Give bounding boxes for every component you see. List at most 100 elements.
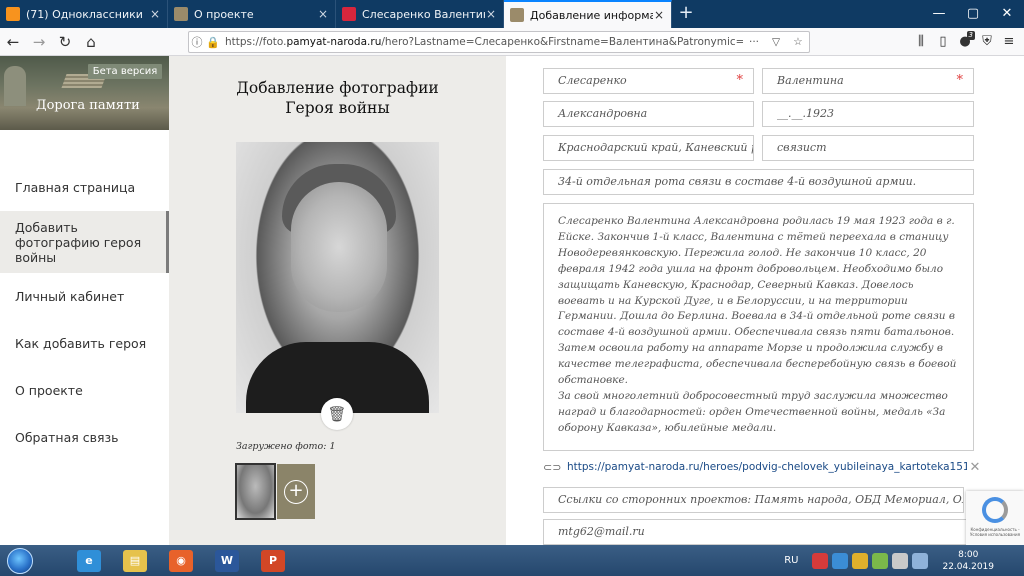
link-chain-icon: ⊂⊃: [543, 460, 562, 474]
firstname-value: Валентина: [777, 74, 844, 87]
clock[interactable]: 8:00 22.04.2019: [942, 549, 994, 573]
browser-tab[interactable]: Добавление информации о Г×: [504, 0, 672, 28]
pocket-icon[interactable]: ▽: [765, 36, 787, 48]
region-field[interactable]: Краснодарский край, Каневский р-н: [543, 135, 754, 161]
sidebar-menu-item[interactable]: Добавить фотографию героя войны: [0, 211, 169, 273]
sidebar-menu-item[interactable]: Личный кабинет: [0, 273, 169, 319]
url-domain: pamyat-naroda.ru: [286, 36, 382, 48]
site-brand: Дорога памяти: [36, 98, 140, 113]
minimize-icon[interactable]: —: [922, 0, 956, 28]
taskbar-app[interactable]: P: [250, 545, 296, 576]
patronymic-field[interactable]: Александровна: [543, 101, 754, 127]
biography-paragraph: За свой многолетний добросовестный труд …: [558, 389, 948, 434]
add-photo-button[interactable]: +: [277, 464, 315, 519]
taskbar-app[interactable]: W: [204, 545, 250, 576]
biography-paragraph: Слесаренко Валентина Александровна родил…: [558, 215, 957, 387]
clock-time: 8:00: [958, 549, 979, 560]
home-icon[interactable]: ⌂: [78, 30, 104, 54]
firefox-icon: ◉: [169, 549, 193, 572]
sidebar-icon[interactable]: ▯: [932, 30, 954, 54]
page-icon: [174, 7, 188, 21]
sidebar-menu-item[interactable]: Обратная связь: [0, 413, 169, 461]
tab-close-icon[interactable]: ×: [149, 7, 161, 21]
delete-photo-trash-icon[interactable]: 🗑: [321, 398, 353, 430]
required-mark: *: [956, 73, 964, 88]
tab-title: Добавление информации о Г: [530, 8, 653, 22]
shield-icon[interactable]: ⛨: [976, 30, 998, 54]
recaptcha-badge[interactable]: Конфиденциальность - Условия использован…: [966, 491, 1024, 545]
browser-tab[interactable]: О проекте ×: [168, 0, 336, 28]
web-page: Бета версия Дорога памяти Главная страни…: [0, 56, 1024, 545]
clock-date: 22.04.2019: [942, 561, 994, 572]
reload-icon[interactable]: ↻: [52, 30, 78, 54]
info-icon[interactable]: ⓘ: [189, 34, 205, 50]
forward-arrow-icon[interactable]: →: [26, 30, 52, 54]
hero-form: Слесаренко * Валентина * Александровна __.…: [506, 56, 1024, 545]
signal-icon[interactable]: [912, 552, 929, 569]
unit-field[interactable]: 34-й отдельная рота связи в составе 4-й …: [543, 169, 974, 195]
firstname-field[interactable]: Валентина *: [762, 68, 974, 94]
taskbar-app[interactable]: ▤: [112, 545, 158, 576]
arch-graphic: [4, 66, 26, 106]
taskbar-app[interactable]: e: [66, 545, 112, 576]
uploaded-count: Загружено фото: 1: [236, 441, 336, 452]
tab-bar: (71) Одноклассники × О проекте × Слесаренко …: [0, 0, 1024, 28]
back-arrow-icon[interactable]: ←: [0, 30, 26, 54]
tab-title: Слесаренко Валентина Алекса: [362, 7, 485, 21]
page-actions-icon[interactable]: ···: [743, 36, 765, 48]
star-icon: [342, 7, 356, 21]
browser-tab[interactable]: (71) Одноклассники ×: [0, 0, 168, 28]
biography-textarea[interactable]: Слесаренко Валентина Александровна родил…: [543, 203, 974, 451]
maximize-icon[interactable]: ▢: [956, 0, 990, 28]
page-title-line1: Добавление фотографии: [236, 79, 439, 97]
extension-badge: 3: [966, 31, 975, 40]
birth-date-field[interactable]: __.__.1923: [762, 101, 974, 127]
url-path: /hero?Lastname=Слесаренко&Firstname=Вале…: [381, 36, 743, 48]
volume-icon[interactable]: [892, 552, 909, 569]
warning-icon[interactable]: [852, 552, 869, 569]
remove-link-icon[interactable]: ✕: [967, 460, 983, 475]
explorer-icon: ▤: [123, 549, 147, 572]
tab-close-icon[interactable]: ×: [653, 8, 665, 22]
network-icon[interactable]: [832, 552, 849, 569]
toolbar-right: ⫼ ▯ ● 3 ⛨ ≡: [910, 30, 1020, 54]
plus-circle-icon: +: [284, 479, 308, 504]
bookmark-star-icon[interactable]: ☆: [787, 36, 809, 48]
antivirus-icon[interactable]: [812, 552, 829, 569]
site-logo[interactable]: Бета версия Дорога памяти: [0, 56, 169, 130]
tab-close-icon[interactable]: ×: [485, 7, 497, 21]
navigation-bar: ← → ↻ ⌂ ⓘ 🔒 https://foto.pamyat-naroda.r…: [0, 28, 1024, 56]
beta-badge: Бета версия: [88, 64, 162, 79]
sidebar-menu-item[interactable]: Главная страница: [0, 163, 169, 211]
external-links-input[interactable]: Ссылки со сторонних проектов: Память нар…: [543, 487, 964, 513]
lastname-field[interactable]: Слесаренко *: [543, 68, 754, 94]
window-controls: — ▢ ✕: [922, 0, 1024, 28]
tab-close-icon[interactable]: ×: [317, 7, 329, 21]
url-text[interactable]: https://foto.pamyat-naroda.ru/hero?Lastn…: [221, 36, 743, 48]
library-icon[interactable]: ⫼: [910, 30, 932, 54]
language-indicator[interactable]: RU: [784, 555, 798, 566]
email-field[interactable]: mtg62@mail.ru: [543, 519, 974, 545]
page-title-line2: Героя войны: [285, 99, 390, 117]
source-link[interactable]: https://pamyat-naroda.ru/heroes/podvig-c…: [567, 461, 967, 473]
lock-icon[interactable]: 🔒: [205, 36, 221, 49]
hamburger-menu-icon[interactable]: ≡: [998, 30, 1020, 54]
sidebar-menu-label: О проекте: [15, 382, 83, 398]
rank-field[interactable]: связист: [762, 135, 974, 161]
photo-face: [291, 182, 387, 312]
sidebar-menu-item[interactable]: О проекте: [0, 367, 169, 413]
word-icon: W: [215, 549, 239, 572]
new-tab-icon[interactable]: +: [672, 0, 700, 28]
browser-tab[interactable]: Слесаренко Валентина Алекса×: [336, 0, 504, 28]
photo-thumbnail[interactable]: [235, 463, 276, 520]
source-link-row: ⊂⊃ https://pamyat-naroda.ru/heroes/podvi…: [543, 458, 983, 476]
tab-title: О проекте: [194, 7, 254, 21]
sidebar-menu-item[interactable]: Как добавить героя: [0, 319, 169, 367]
close-window-icon[interactable]: ✕: [990, 0, 1024, 28]
address-bar[interactable]: ⓘ 🔒 https://foto.pamyat-naroda.ru/hero?L…: [188, 31, 810, 53]
windows-taskbar: e ▤ ◉ W P RU 8:00 22.04.2019: [0, 545, 1024, 576]
extension-icon[interactable]: ● 3: [954, 30, 976, 54]
start-button[interactable]: [0, 545, 40, 576]
update-icon[interactable]: [872, 552, 889, 569]
taskbar-app[interactable]: ◉: [158, 545, 204, 576]
